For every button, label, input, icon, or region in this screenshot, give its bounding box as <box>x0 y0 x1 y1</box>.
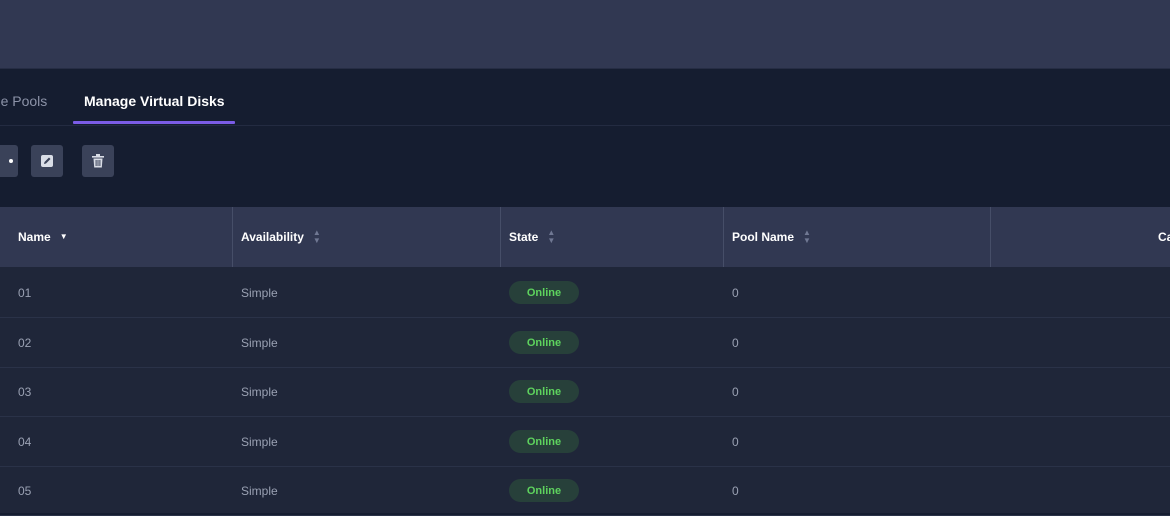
table-row[interactable]: 04 Simple Online 0 <box>0 417 1170 467</box>
cut-off-button[interactable] <box>0 145 18 177</box>
toolbar <box>0 126 1170 206</box>
column-header-availability[interactable]: Availability ▲ ▼ <box>241 207 321 267</box>
column-header-pool-name[interactable]: Pool Name ▲ ▼ <box>732 207 811 267</box>
sort-both-icon: ▲ ▼ <box>312 228 321 245</box>
tab-bar: age Pools Manage Virtual Disks <box>0 69 1170 126</box>
cell-name: 05 <box>18 483 32 498</box>
edit-button[interactable] <box>31 145 63 177</box>
column-separator[interactable] <box>232 207 233 267</box>
tab-manage-storage-pools[interactable]: age Pools <box>0 93 47 109</box>
cell-pool-name: 0 <box>732 483 739 498</box>
status-badge: Online <box>509 281 579 304</box>
sort-both-icon: ▲ ▼ <box>803 228 811 245</box>
column-separator[interactable] <box>500 207 501 267</box>
pencil-icon <box>41 155 53 167</box>
cell-name: 04 <box>18 434 32 449</box>
top-header-bar <box>0 0 1170 69</box>
status-badge: Online <box>509 380 579 403</box>
cell-availability: Simple <box>241 285 278 300</box>
cell-name: 01 <box>18 285 32 300</box>
cell-name: 02 <box>18 335 32 350</box>
status-badge: Online <box>509 331 579 354</box>
tab-manage-virtual-disks[interactable]: Manage Virtual Disks <box>84 93 225 109</box>
status-badge: Online <box>509 479 579 502</box>
sort-both-icon: ▲ ▼ <box>547 228 556 245</box>
cell-availability: Simple <box>241 384 278 399</box>
column-header-name[interactable]: Name ▼ <box>18 207 68 267</box>
cell-availability: Simple <box>241 335 278 350</box>
column-separator[interactable] <box>990 207 991 267</box>
active-tab-indicator <box>73 121 235 124</box>
table-row[interactable]: 02 Simple Online 0 <box>0 318 1170 368</box>
column-header-state[interactable]: State ▲ ▼ <box>509 207 555 267</box>
column-separator[interactable] <box>723 207 724 267</box>
sort-desc-icon: ▼ <box>59 232 68 241</box>
cell-availability: Simple <box>241 434 278 449</box>
table-row[interactable]: 03 Simple Online 0 <box>0 367 1170 417</box>
partial-icon <box>9 159 13 163</box>
cell-pool-name: 0 <box>732 434 739 449</box>
table-row[interactable]: 05 Simple Online 0 <box>0 466 1170 516</box>
cell-pool-name: 0 <box>732 335 739 350</box>
column-header-capacity[interactable]: Ca <box>1158 207 1170 267</box>
cell-availability: Simple <box>241 483 278 498</box>
table-header: Name ▼ Availability ▲ ▼ State ▲ ▼ Pool Nam… <box>0 207 1170 267</box>
cell-name: 03 <box>18 384 32 399</box>
virtual-disks-table: Name ▼ Availability ▲ ▼ State ▲ ▼ Pool Nam… <box>0 207 1170 516</box>
trash-icon <box>92 154 104 168</box>
table-row[interactable]: 01 Simple Online 0 <box>0 268 1170 318</box>
status-badge: Online <box>509 430 579 453</box>
cell-pool-name: 0 <box>732 384 739 399</box>
cell-pool-name: 0 <box>732 285 739 300</box>
delete-button[interactable] <box>82 145 114 177</box>
